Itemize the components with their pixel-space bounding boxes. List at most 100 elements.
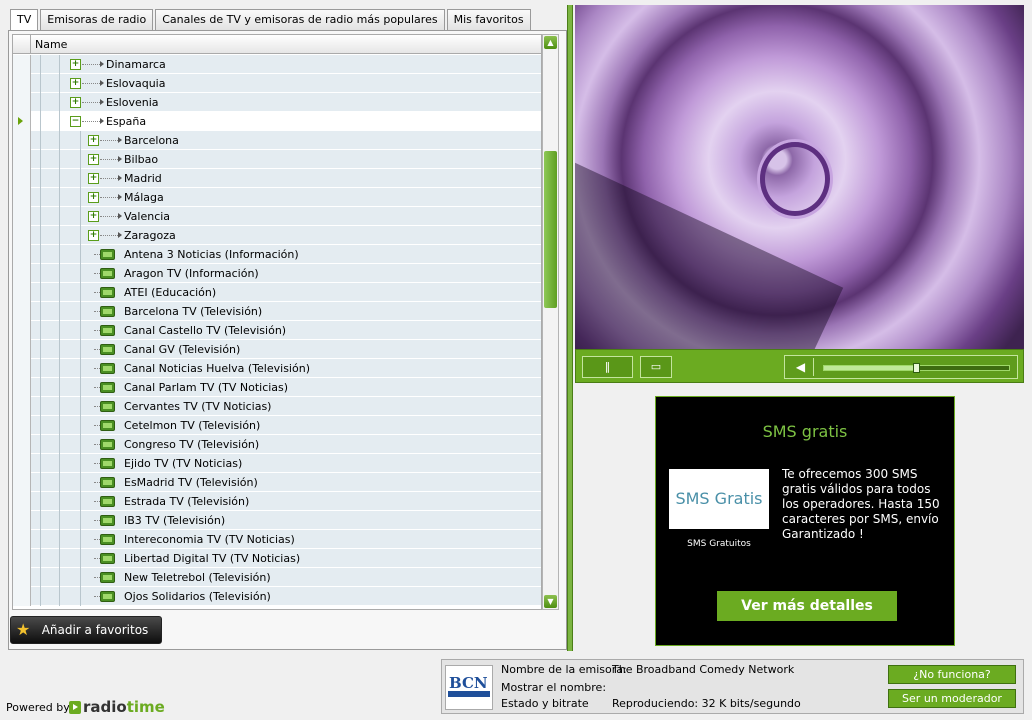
expand-icon[interactable]: + xyxy=(70,59,81,70)
row-gutter xyxy=(13,150,31,169)
tree-channel-row[interactable]: Estrada TV (Televisión) xyxy=(13,492,541,511)
tree-folder-row[interactable]: + Zaragoza xyxy=(13,226,541,245)
expand-icon[interactable]: + xyxy=(88,211,99,222)
tree-channel-row[interactable]: EsMadrid TV (Televisión) xyxy=(13,473,541,492)
tree-guide-line xyxy=(40,188,41,207)
show-name-label: Mostrar el nombre: xyxy=(501,681,607,694)
tree-guide-line xyxy=(59,359,60,378)
tree-channel-row[interactable]: Canal Parlam TV (TV Noticias) xyxy=(13,378,541,397)
tree-row-label: Barcelona TV (Televisión) xyxy=(124,305,263,318)
tree-row-label: Canal Noticias Huelva (Televisión) xyxy=(124,362,310,375)
scrollbar-thumb[interactable] xyxy=(544,151,557,308)
tree-guide-line xyxy=(59,226,60,245)
pause-button[interactable]: ‖ xyxy=(582,356,633,378)
add-to-favorites-button[interactable]: ★ Añadir a favoritos xyxy=(10,616,162,644)
tree-arrow-icon xyxy=(118,194,122,200)
volume-slider-handle[interactable] xyxy=(913,363,920,373)
tree-folder-row[interactable]: + Eslovaquia xyxy=(13,74,541,93)
ad-logo[interactable]: SMS Gratis xyxy=(669,469,769,529)
radiotime-logo-part1: radio xyxy=(83,698,127,716)
row-pointer-icon xyxy=(18,117,23,125)
tree-folder-row[interactable]: + Dinamarca xyxy=(13,55,541,74)
tv-channel-icon xyxy=(100,401,115,412)
panel-splitter[interactable] xyxy=(567,5,573,651)
tab-1[interactable]: TV xyxy=(10,9,39,31)
tree-folder-row[interactable]: + Barcelona xyxy=(13,131,541,150)
tv-channel-icon xyxy=(100,306,115,317)
tree-channel-row[interactable]: Canal Castello TV (Televisión) xyxy=(13,321,541,340)
tree-folder-row[interactable]: + Valencia xyxy=(13,207,541,226)
fullscreen-button[interactable]: ▭ xyxy=(640,356,672,378)
tree-channel-row[interactable]: Cervantes TV (TV Noticias) xyxy=(13,397,541,416)
tree-channel-row[interactable]: Aragon TV (Información) xyxy=(13,264,541,283)
not-working-button[interactable]: ¿No funciona? xyxy=(888,665,1016,684)
tree-channel-row[interactable]: ATEI (Educación) xyxy=(13,283,541,302)
radiotime-logo-part2: time xyxy=(126,698,165,716)
tree-channel-row[interactable]: IB3 TV (Televisión) xyxy=(13,511,541,530)
pause-icon: ‖ xyxy=(604,360,611,373)
tab-3[interactable]: Canales de TV y emisoras de radio más po… xyxy=(155,9,445,30)
tree-row-label: Málaga xyxy=(124,191,164,204)
expand-icon[interactable]: + xyxy=(70,97,81,108)
tree-channel-row[interactable]: New Teletrebol (Televisión) xyxy=(13,568,541,587)
tree-channel-row[interactable]: Cetelmon TV (Televisión) xyxy=(13,416,541,435)
row-gutter xyxy=(13,55,31,74)
tree-guide-line xyxy=(80,416,81,435)
tab-4[interactable]: Mis favoritos xyxy=(446,9,531,30)
tree-scrollbar[interactable]: ▲ ▼ xyxy=(542,34,559,610)
expand-icon[interactable]: + xyxy=(88,192,99,203)
tree-guide-line xyxy=(40,587,41,606)
tree-connector xyxy=(100,159,120,160)
tree-row-label: Aragon TV (Información) xyxy=(124,267,259,280)
tree-channel-row[interactable]: Antena 3 Noticias (Información) xyxy=(13,245,541,264)
tree-channel-row[interactable]: Barcelona TV (Televisión) xyxy=(13,302,541,321)
tree-arrow-icon xyxy=(118,213,122,219)
expand-icon[interactable]: + xyxy=(88,154,99,165)
tree-channel-row[interactable]: Ejido TV (TV Noticias) xyxy=(13,454,541,473)
speaker-icon[interactable]: ◀ xyxy=(788,358,814,376)
tree-channel-row[interactable]: Canal GV (Televisión) xyxy=(13,340,541,359)
tree-connector xyxy=(100,216,120,217)
row-gutter xyxy=(13,511,31,530)
tree-guide-line xyxy=(80,473,81,492)
tree-channel-row[interactable]: Intereconomia TV (TV Noticias) xyxy=(13,530,541,549)
tree-guide-line xyxy=(40,302,41,321)
tree-folder-row[interactable]: + Bilbao xyxy=(13,150,541,169)
tree-channel-row[interactable]: Ojos Solidarios (Televisión) xyxy=(13,587,541,606)
volume-slider[interactable] xyxy=(823,363,1010,373)
scroll-down-button[interactable]: ▼ xyxy=(544,595,557,608)
tree-guide-line xyxy=(80,530,81,549)
tree-row-label: Dinamarca xyxy=(106,58,166,71)
column-header-name[interactable]: Name xyxy=(35,38,67,51)
expand-icon[interactable]: + xyxy=(88,173,99,184)
row-gutter xyxy=(13,492,31,511)
collapse-icon[interactable]: − xyxy=(70,116,81,127)
tab-2[interactable]: Emisoras de radio xyxy=(40,9,154,30)
tv-channel-icon xyxy=(100,382,115,393)
tv-channel-icon xyxy=(100,496,115,507)
become-moderator-button[interactable]: Ser un moderador xyxy=(888,689,1016,708)
tree-folder-row[interactable]: + Málaga xyxy=(13,188,541,207)
expand-icon[interactable]: + xyxy=(88,230,99,241)
tree-guide-line xyxy=(40,264,41,283)
video-player[interactable] xyxy=(575,5,1024,349)
ad-details-button[interactable]: Ver más detalles xyxy=(717,591,897,621)
tree-connector xyxy=(82,83,102,84)
tree-channel-row[interactable]: Canal Noticias Huelva (Televisión) xyxy=(13,359,541,378)
tree-folder-row[interactable]: + Eslovenia xyxy=(13,93,541,112)
tree-guide-line xyxy=(80,549,81,568)
scroll-up-button[interactable]: ▲ xyxy=(544,36,557,49)
tree-row-label: Canal Castello TV (Televisión) xyxy=(124,324,287,337)
tree-guide-line xyxy=(40,283,41,302)
tv-channel-icon xyxy=(100,591,115,602)
tree-channel-row[interactable]: Congreso TV (Televisión) xyxy=(13,435,541,454)
tree-row-label: Eslovenia xyxy=(106,96,159,109)
tree-guide-line xyxy=(40,112,41,131)
expand-icon[interactable]: + xyxy=(88,135,99,146)
tree-folder-row[interactable]: + Madrid xyxy=(13,169,541,188)
expand-icon[interactable]: + xyxy=(70,78,81,89)
tree-guide-line xyxy=(80,587,81,606)
tree-guide-line xyxy=(59,511,60,530)
tree-channel-row[interactable]: Libertad Digital TV (TV Noticias) xyxy=(13,549,541,568)
tree-folder-row[interactable]: − España xyxy=(13,112,541,131)
